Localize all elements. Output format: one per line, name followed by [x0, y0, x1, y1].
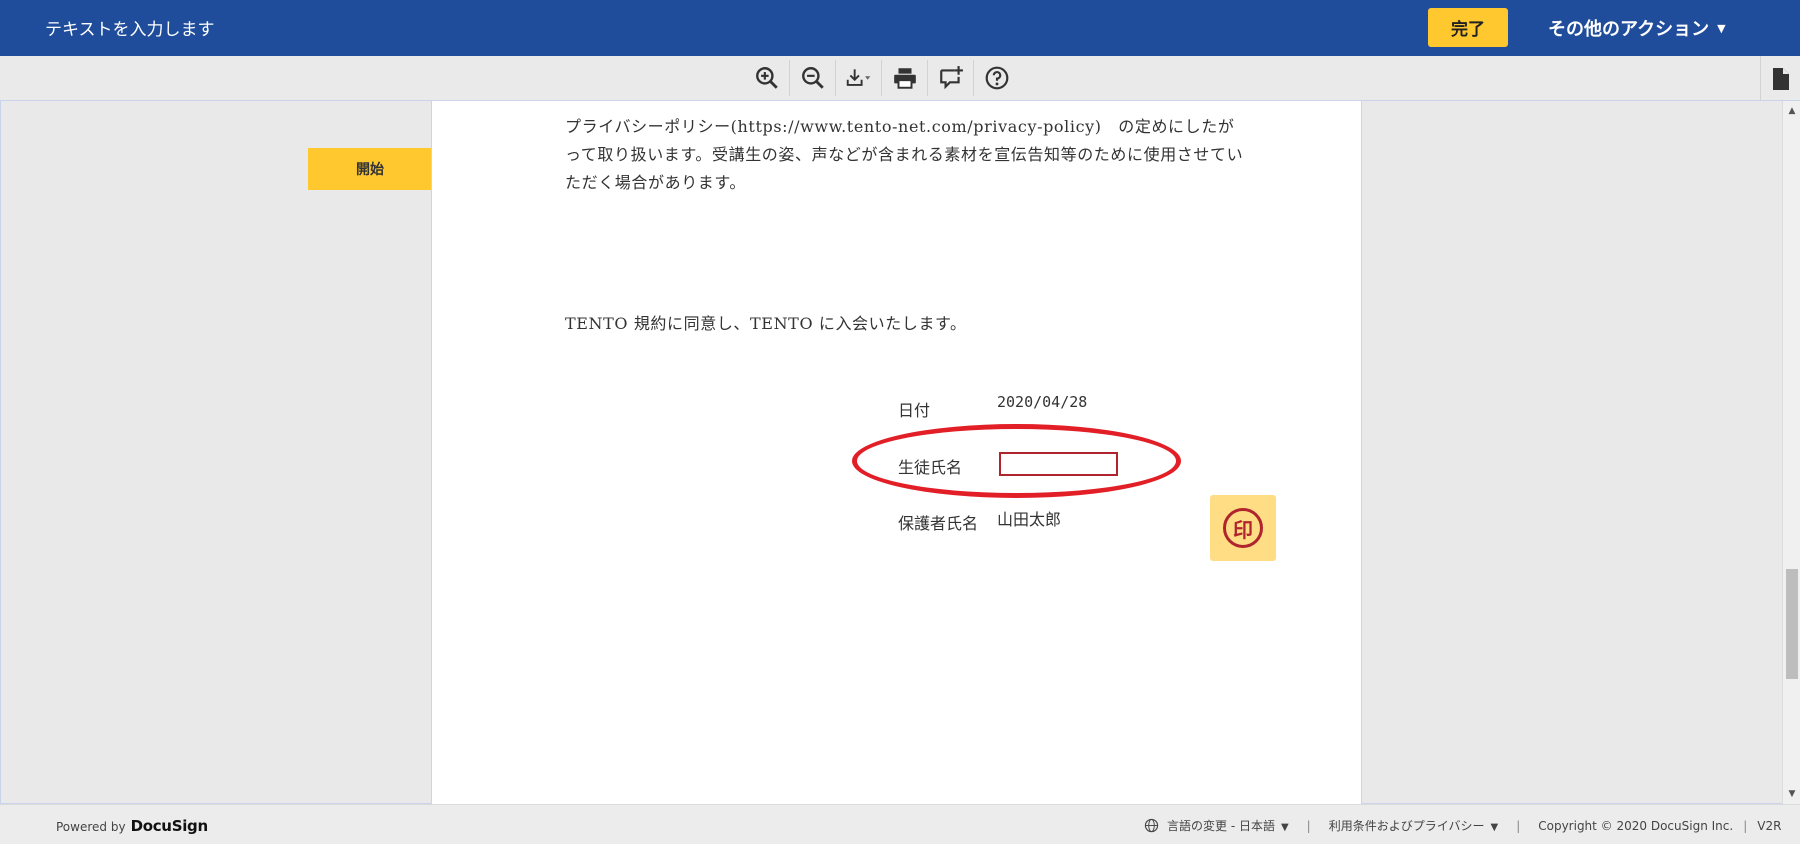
zoom-out-icon	[801, 67, 824, 89]
date-value: 2020/04/28	[997, 393, 1088, 411]
docusign-logo: DocuSign	[130, 817, 209, 835]
version-text: V2R	[1757, 818, 1782, 833]
caret-down-icon: ▼	[1280, 822, 1289, 833]
highlight-ellipse	[852, 424, 1181, 498]
agreement-sentence: TENTO 規約に同意し、TENTO に入会いたします。	[565, 314, 967, 333]
help-icon	[985, 66, 1009, 90]
download-icon	[846, 69, 870, 86]
header-title: テキストを入力します	[45, 20, 215, 40]
separator: |	[1516, 818, 1521, 833]
seal-icon: 印	[1223, 508, 1263, 548]
language-selector[interactable]: 言語の変更 - 日本語 ▼	[1167, 817, 1289, 834]
start-tag-button[interactable]: 開始	[308, 148, 432, 190]
toolbar-tools	[744, 60, 1020, 96]
copyright-text: Copyright © 2020 DocuSign Inc.	[1538, 818, 1734, 833]
add-comment-button[interactable]	[928, 60, 974, 96]
help-button[interactable]	[974, 60, 1020, 96]
separator: |	[1743, 818, 1748, 833]
zoom-in-button[interactable]	[744, 60, 790, 96]
powered-by: Powered by DocuSign	[56, 817, 208, 835]
top-header: テキストを入力します 完了 その他のアクション ▼	[0, 0, 1800, 56]
zoom-out-button[interactable]	[790, 60, 836, 96]
vertical-scrollbar[interactable]: ▲ ▼	[1782, 101, 1800, 804]
other-actions-menu[interactable]: その他のアクション ▼	[1548, 15, 1726, 41]
scroll-down-arrow-icon[interactable]: ▼	[1783, 786, 1800, 802]
document-panel-button[interactable]	[1760, 56, 1800, 101]
privacy-paragraph: プライバシーポリシー(https://www.tento-net.com/pri…	[565, 117, 1244, 192]
document-toolbar	[0, 56, 1800, 101]
print-icon	[893, 68, 916, 89]
terms-privacy-link[interactable]: 利用条件およびプライバシー ▼	[1329, 817, 1498, 834]
seal-stamp-button[interactable]: 印	[1210, 495, 1276, 561]
terms-label: 利用条件およびプライバシー	[1328, 819, 1485, 833]
globe-icon	[1144, 818, 1159, 833]
finish-button[interactable]: 完了	[1428, 8, 1508, 47]
scrollbar-thumb[interactable]	[1786, 569, 1798, 679]
document-page: プライバシーポリシー(https://www.tento-net.com/pri…	[431, 101, 1362, 804]
document-viewer: 開始 プライバシーポリシー(https://www.tento-net.com/…	[0, 101, 1782, 804]
print-button[interactable]	[882, 60, 928, 96]
guardian-name-label: 保護者氏名	[898, 514, 979, 533]
language-label: 言語の変更 - 日本語	[1167, 819, 1275, 833]
scroll-up-arrow-icon[interactable]: ▲	[1783, 103, 1800, 119]
footer-links: 言語の変更 - 日本語 ▼ | 利用条件およびプライバシー ▼ | Copyrigh…	[1144, 817, 1781, 834]
caret-down-icon: ▼	[1490, 822, 1499, 833]
document-icon	[1772, 67, 1789, 90]
caret-down-icon: ▼	[1717, 21, 1726, 35]
powered-by-label: Powered by	[56, 820, 126, 834]
add-comment-icon	[939, 66, 963, 90]
guardian-name-value: 山田太郎	[997, 510, 1062, 529]
date-label: 日付	[898, 401, 931, 420]
footer: Powered by DocuSign 言語の変更 - 日本語 ▼ | 利用条件お…	[0, 804, 1800, 844]
other-actions-label: その他のアクション	[1548, 19, 1710, 40]
download-button[interactable]	[836, 60, 882, 96]
zoom-in-icon	[755, 67, 778, 89]
separator: |	[1306, 818, 1311, 833]
